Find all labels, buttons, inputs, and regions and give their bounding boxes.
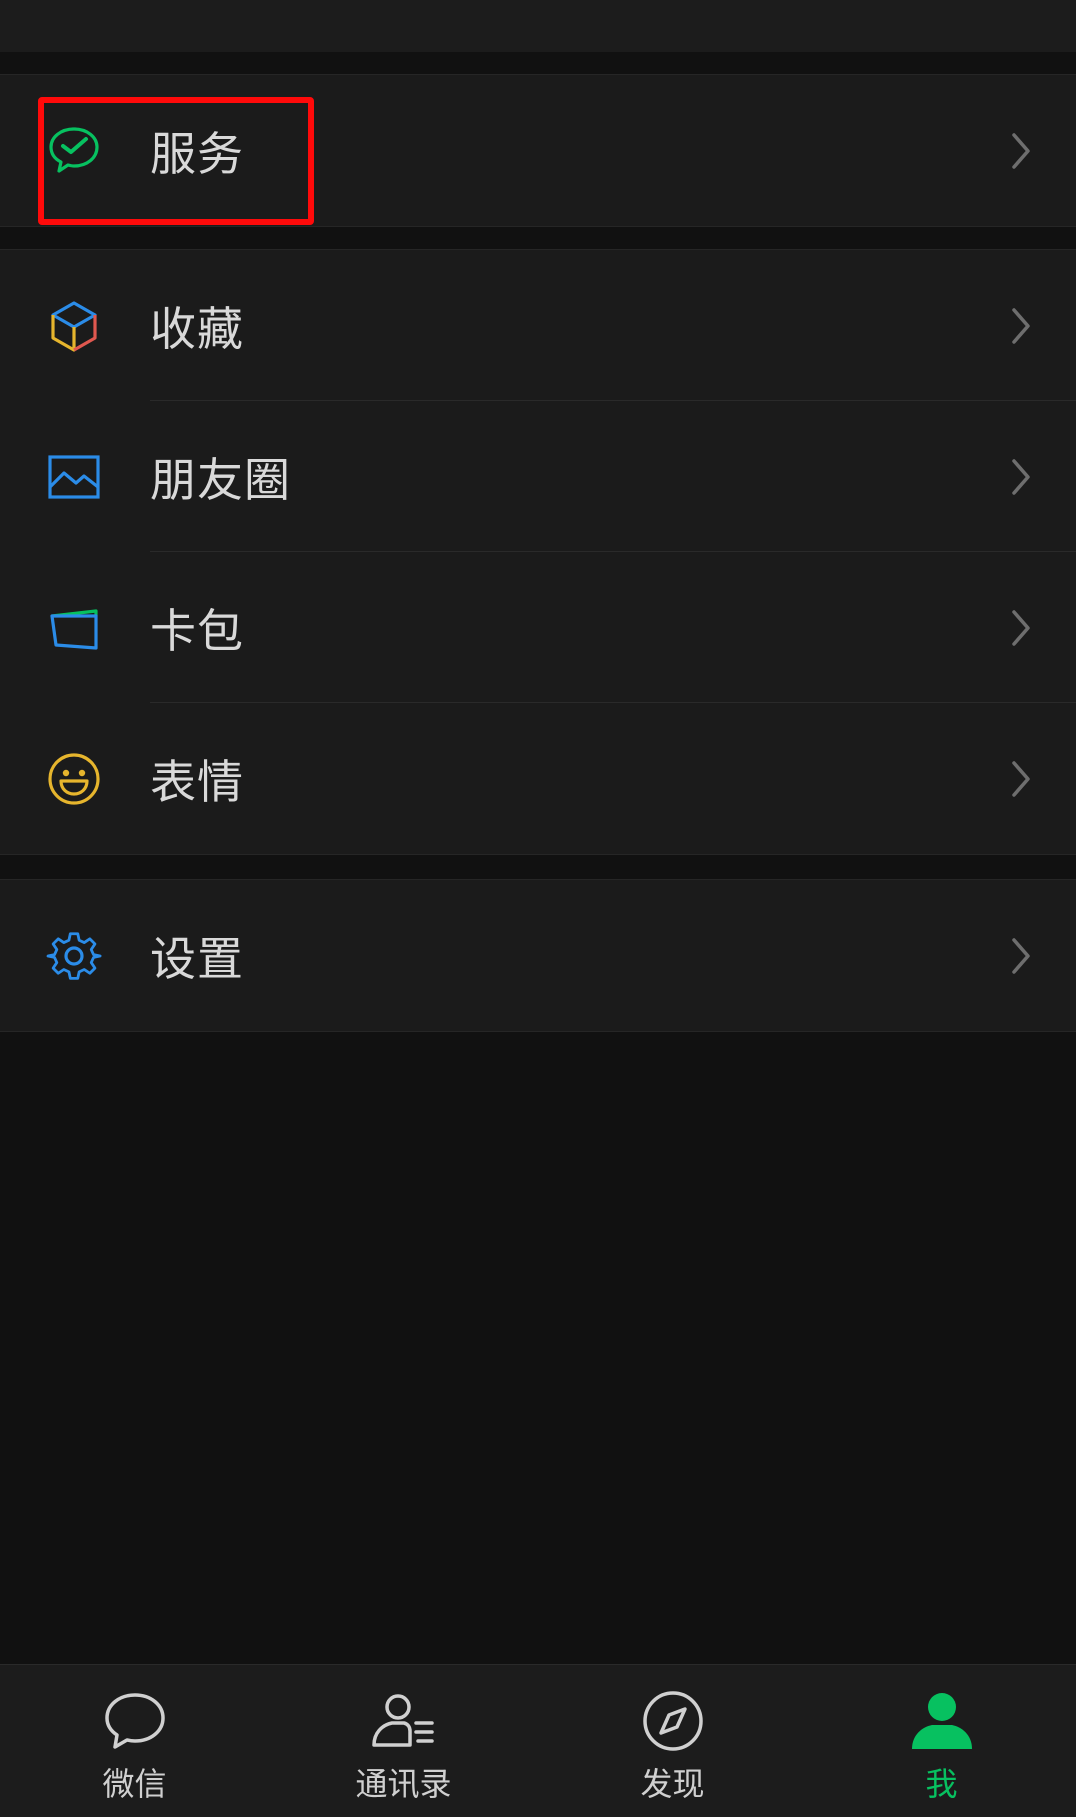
contacts-icon bbox=[370, 1687, 438, 1755]
chevron-right-icon bbox=[1006, 606, 1036, 650]
image-icon bbox=[46, 449, 102, 505]
menu-label-stickers: 表情 bbox=[150, 754, 244, 809]
cube-icon bbox=[46, 298, 102, 354]
tab-label-chats: 微信 bbox=[102, 1765, 167, 1803]
tab-label-discover: 发现 bbox=[640, 1765, 705, 1803]
wallet-icon bbox=[46, 600, 102, 656]
menu-item-services[interactable]: 服务 bbox=[0, 75, 1076, 226]
menu-label-settings: 设置 bbox=[150, 931, 244, 986]
tab-contacts[interactable]: 通讯录 bbox=[269, 1665, 538, 1817]
menu-label-cards: 卡包 bbox=[150, 603, 244, 658]
settings-section: 设置 bbox=[0, 879, 1076, 1032]
chevron-right-icon bbox=[1006, 757, 1036, 801]
wechat-pay-icon bbox=[46, 123, 102, 179]
smiley-icon bbox=[46, 751, 102, 807]
chevron-right-icon bbox=[1006, 129, 1036, 173]
menu-item-stickers[interactable]: 表情 bbox=[0, 703, 1076, 854]
chevron-right-icon bbox=[1006, 304, 1036, 348]
tab-discover[interactable]: 发现 bbox=[538, 1665, 807, 1817]
tab-chats[interactable]: 微信 bbox=[0, 1665, 269, 1817]
chat-bubble-icon bbox=[101, 1687, 169, 1755]
menu-item-favorites[interactable]: 收藏 bbox=[0, 250, 1076, 401]
menu-label-moments: 朋友圈 bbox=[150, 452, 291, 507]
services-section: 服务 bbox=[0, 74, 1076, 227]
person-icon bbox=[908, 1687, 976, 1755]
chevron-right-icon bbox=[1006, 455, 1036, 499]
menu-item-cards[interactable]: 卡包 bbox=[0, 552, 1076, 703]
compass-icon bbox=[639, 1687, 707, 1755]
tab-label-me: 我 bbox=[925, 1765, 958, 1803]
menu-label-services: 服务 bbox=[150, 126, 244, 181]
tab-label-contacts: 通讯录 bbox=[355, 1765, 452, 1803]
menu-item-settings[interactable]: 设置 bbox=[0, 880, 1076, 1031]
tab-me[interactable]: 我 bbox=[807, 1665, 1076, 1817]
bottom-tab-bar: 微信 通讯录 发现 我 bbox=[0, 1664, 1076, 1817]
main-menu-section: 收藏 朋友圈 卡包 表情 bbox=[0, 249, 1076, 855]
chevron-right-icon bbox=[1006, 934, 1036, 978]
top-strip bbox=[0, 0, 1076, 52]
gear-icon bbox=[46, 928, 102, 984]
menu-label-favorites: 收藏 bbox=[150, 301, 244, 356]
menu-item-moments[interactable]: 朋友圈 bbox=[0, 401, 1076, 552]
